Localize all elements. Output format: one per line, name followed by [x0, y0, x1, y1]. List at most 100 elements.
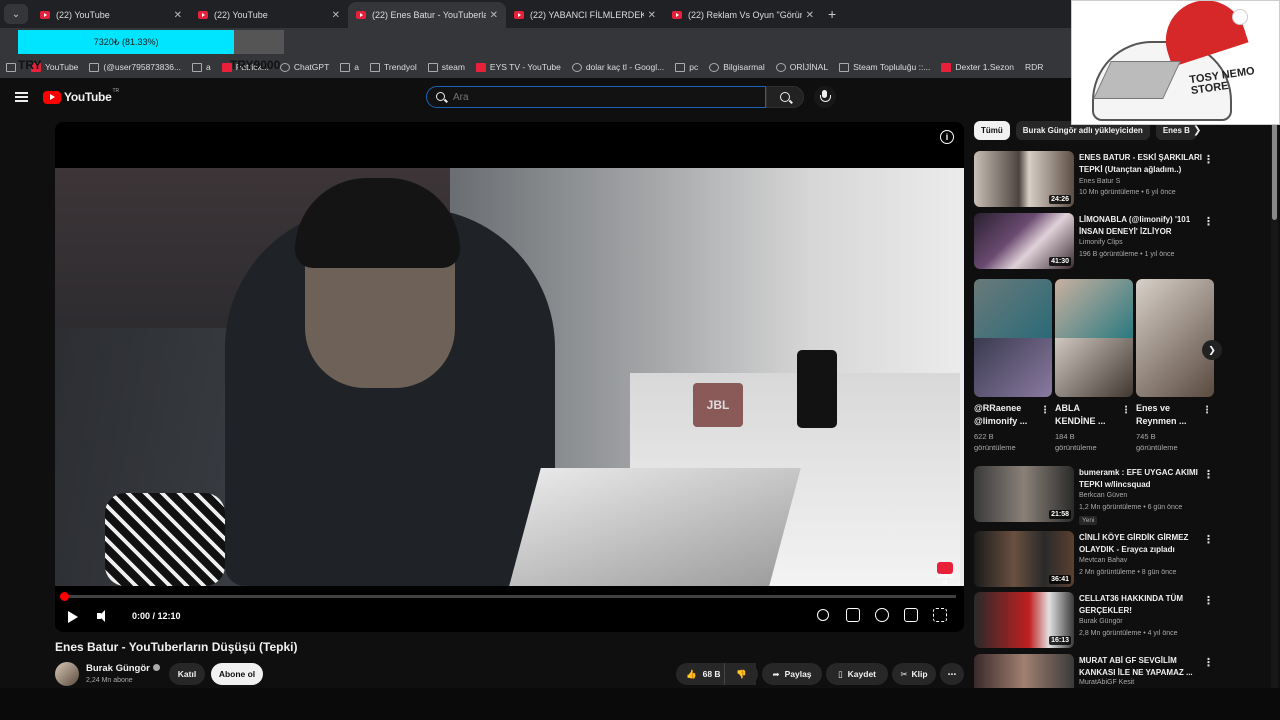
close-tab-icon[interactable]: ✕ [648, 10, 656, 21]
search-box[interactable] [426, 86, 766, 108]
bookmark[interactable]: (@user795873836... [89, 62, 181, 72]
recommended-title[interactable]: CELLAT36 HAKKINDA TÜM GERÇEKLER! [1079, 593, 1204, 616]
recommended-title[interactable]: ENES BATUR - ESKİ ŞARKILARI TEPKİ (Utanç… [1079, 152, 1204, 175]
info-icon[interactable]: i [940, 130, 954, 144]
new-tab-button[interactable]: + [828, 6, 836, 22]
recommended-channel[interactable]: Mevtcan Bahav [1079, 557, 1127, 564]
browser-tab[interactable]: (22) YABANCI FİLMLERDEKİ, TÜ ✕ [506, 2, 664, 28]
bookmark[interactable]: Steam Topluluğu ::... [839, 62, 930, 72]
channel-avatar[interactable] [55, 662, 79, 686]
more-vert-icon[interactable]: ⋮ [1203, 594, 1214, 607]
recommended-channel[interactable]: MuratAbiGF Kesit [1079, 679, 1134, 686]
more-vert-icon[interactable]: ⋮ [1203, 153, 1214, 166]
bookmark-folder[interactable]: Trendyol [370, 62, 417, 72]
close-tab-icon[interactable]: ✕ [174, 10, 182, 21]
clip-button[interactable]: ✂ Klip [892, 663, 936, 685]
video-thumbnail[interactable]: 21:58 [974, 466, 1074, 522]
bookmark[interactable]: ChatGPT [279, 62, 329, 72]
fullscreen-icon[interactable] [933, 608, 947, 622]
more-vert-icon[interactable]: ⋮ [1202, 405, 1212, 416]
settings-icon[interactable] [875, 608, 889, 622]
bookmark-folder[interactable]: a [340, 62, 359, 72]
shorts-next-icon[interactable]: ❯ [1202, 340, 1222, 360]
bookmark-folder[interactable]: steam [427, 62, 465, 72]
short-thumbnail[interactable] [1136, 279, 1214, 397]
youtube-logo[interactable]: YouTube TR [43, 88, 119, 104]
scrubber-handle[interactable] [60, 592, 69, 601]
recommended-video[interactable]: 21:58 bumeramk : EFE UYGAC AKIMI TEPKI w… [974, 466, 1214, 525]
recommended-title[interactable]: bumeramk : EFE UYGAC AKIMI TEPKI w/lincs… [1079, 467, 1204, 490]
video-thumbnail[interactable] [974, 654, 1074, 688]
more-vert-icon[interactable]: ⋮ [1203, 656, 1214, 669]
tab-search-button[interactable]: ⌄ [4, 4, 28, 24]
recommended-video[interactable]: 24:26 ENES BATUR - ESKİ ŞARKILARI TEPKİ … [974, 151, 1214, 209]
page-scrollbar[interactable] [1271, 80, 1278, 688]
youtube-favicon-icon [672, 11, 682, 19]
short-thumbnail[interactable] [1055, 279, 1133, 397]
autoplay-toggle[interactable] [817, 609, 829, 621]
bookmark[interactable]: dolar kaç tl - Googl... [571, 62, 664, 72]
recommended-channel[interactable]: Berkcan Güven [1079, 492, 1127, 499]
progress-bar[interactable] [60, 592, 956, 601]
browser-tab[interactable]: (22) Reklam Vs Oyun "Göründü ✕ [664, 2, 822, 28]
theater-mode-icon[interactable] [904, 608, 918, 622]
close-tab-icon[interactable]: ✕ [490, 10, 498, 21]
recommended-title[interactable]: MURAT ABİ GF SEVGİLİM KANKASI İLE NE YAP… [1079, 655, 1204, 678]
more-actions-button[interactable]: ⋯ [940, 663, 964, 685]
youtube-favicon-icon [40, 11, 50, 19]
recommended-channel[interactable]: Enes Batur S [1079, 178, 1120, 185]
close-tab-icon[interactable]: ✕ [806, 10, 814, 21]
more-vert-icon[interactable]: ⋮ [1203, 468, 1214, 481]
bookmark[interactable]: EYS TV - YouTube [475, 62, 561, 72]
volume-icon[interactable] [97, 609, 111, 623]
bookmark-folder[interactable]: pc [675, 62, 698, 72]
watermark-text: abone ol [936, 574, 954, 586]
short-title[interactable]: @RRaenee @limonify ... [974, 402, 1036, 428]
subtitles-icon[interactable] [846, 608, 860, 622]
recommended-video[interactable]: 16:13 CELLAT36 HAKKINDA TÜM GERÇEKLER! B… [974, 592, 1214, 650]
goal-end-label: TRY9000 [230, 58, 281, 72]
bookmark-folder[interactable]: a [192, 62, 211, 72]
save-button[interactable]: ▯ Kaydet [826, 663, 888, 685]
recommended-title[interactable]: CİNLİ KÖYE GİRDİK GİRMEZ OLAYDIK - Erayc… [1079, 532, 1204, 555]
more-vert-icon[interactable]: ⋮ [1203, 533, 1214, 546]
browser-tab-active[interactable]: (22) Enes Batur - YouTuberların ✕ [348, 2, 506, 28]
search-button[interactable] [766, 86, 804, 108]
video-thumbnail[interactable]: 16:13 [974, 592, 1074, 648]
bookmark[interactable]: Dexter 1.Sezon [941, 62, 1014, 72]
subscribe-watermark[interactable]: abone ol [934, 562, 956, 586]
chevron-right-icon[interactable]: ❯ [1193, 125, 1201, 136]
bookmark[interactable]: Bilgisarmal [709, 62, 765, 72]
video-player[interactable]: JBL i abone ol 0:00 / 12:10 [55, 122, 964, 632]
menu-icon[interactable] [15, 92, 28, 102]
join-button[interactable]: Katıl [169, 663, 205, 685]
short-thumbnail[interactable] [974, 279, 1052, 397]
browser-tab[interactable]: (22) YouTube ✕ [190, 2, 348, 28]
short-title[interactable]: Enes ve Reynmen ... [1136, 402, 1198, 428]
play-icon[interactable] [68, 611, 78, 623]
dislike-button[interactable]: 👎 [724, 663, 758, 685]
browser-tab[interactable]: (22) YouTube ✕ [32, 2, 190, 28]
bookmark[interactable]: ORİJİNAL [775, 62, 828, 72]
more-vert-icon[interactable]: ⋮ [1203, 215, 1214, 228]
recommended-video[interactable]: MURAT ABİ GF SEVGİLİM KANKASI İLE NE YAP… [974, 654, 1214, 688]
recommended-channel[interactable]: Burak Güngör [1079, 618, 1123, 625]
video-thumbnail[interactable]: 24:26 [974, 151, 1074, 207]
share-button[interactable]: ➦ Paylaş [762, 663, 822, 685]
recommended-video[interactable]: 41:30 LİMONABLA (@limonify) '101 İNSAN D… [974, 213, 1214, 271]
more-vert-icon[interactable]: ⋮ [1121, 405, 1131, 416]
more-vert-icon[interactable]: ⋮ [1040, 405, 1050, 416]
channel-name[interactable]: Burak Güngör [86, 663, 160, 674]
subscribe-button[interactable]: Abone ol [211, 663, 263, 685]
short-title[interactable]: ABLA KENDİNE ... [1055, 402, 1117, 428]
recommended-channel[interactable]: Limonify Clips [1079, 239, 1123, 246]
video-thumbnail[interactable]: 41:30 [974, 213, 1074, 269]
video-thumbnail[interactable]: 36:41 [974, 531, 1074, 587]
recommended-title[interactable]: LİMONABLA (@limonify) '101 İNSAN DENEYİ'… [1079, 214, 1204, 237]
bookmark[interactable]: RDR [1025, 62, 1043, 72]
search-input[interactable] [453, 91, 743, 103]
recommended-video[interactable]: 36:41 CİNLİ KÖYE GİRDİK GİRMEZ OLAYDIK -… [974, 531, 1214, 589]
chip-all[interactable]: Tümü [974, 121, 1010, 140]
close-tab-icon[interactable]: ✕ [332, 10, 340, 21]
voice-search-icon[interactable] [814, 86, 836, 108]
